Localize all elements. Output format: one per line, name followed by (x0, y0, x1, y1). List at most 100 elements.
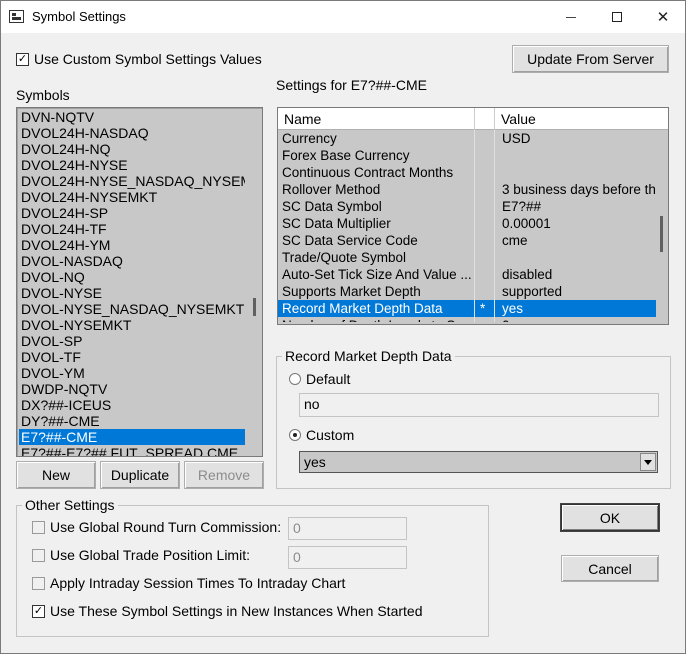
maximize-button[interactable] (594, 1, 640, 33)
list-item[interactable]: DVOL-TF (19, 349, 245, 365)
remove-button[interactable]: Remove (184, 461, 264, 489)
settings-label: Settings for E7?##-CME (276, 77, 427, 93)
list-item[interactable]: DVOL-YM (19, 365, 245, 381)
list-item-selected[interactable]: E7?##-CME (19, 429, 245, 445)
list-item[interactable]: DVOL-NASDAQ (19, 253, 245, 269)
intraday-session-label: Apply Intraday Session Times To Intraday… (50, 575, 346, 591)
table-row[interactable]: Forex Base Currency (278, 147, 656, 164)
row-flag (480, 147, 492, 164)
symbols-list[interactable]: DVN-NQTV DVOL24H-NASDAQ DVOL24H-NQ DVOL2… (16, 107, 263, 457)
default-radio[interactable] (289, 373, 301, 385)
symbols-scrollbar-thumb[interactable] (253, 298, 256, 316)
maximize-icon (612, 12, 622, 22)
row-value: supported (502, 284, 563, 299)
row-flag: * (480, 301, 486, 316)
trade-limit-checkbox[interactable] (32, 549, 45, 562)
row-name: Forex Base Currency (282, 148, 410, 163)
list-item[interactable]: DVOL24H-NQ (19, 141, 245, 157)
custom-value-text: yes (304, 454, 326, 470)
horizontal-scrollbar-track[interactable] (278, 322, 656, 324)
round-turn-checkbox[interactable] (32, 521, 45, 534)
duplicate-button[interactable]: Duplicate (100, 461, 180, 489)
list-item[interactable]: DVOL24H-NYSEMKT (19, 189, 245, 205)
list-item[interactable]: DVOL24H-TF (19, 221, 245, 237)
other-settings-title: Other Settings (22, 497, 118, 513)
table-row[interactable]: SC Data Multiplier 0.00001 (278, 215, 656, 232)
row-value (502, 147, 656, 164)
row-flag (480, 164, 492, 181)
list-item[interactable]: DVOL24H-SP (19, 205, 245, 221)
row-value: 0.00001 (502, 216, 551, 231)
round-turn-field[interactable]: 0 (288, 517, 407, 540)
row-flag (480, 249, 492, 266)
table-row[interactable]: Supports Market Depth supported (278, 283, 656, 300)
row-name: Trade/Quote Symbol (282, 250, 407, 265)
new-instances-checkbox[interactable]: ✓ (32, 605, 45, 618)
custom-label: Custom (306, 427, 355, 443)
intraday-session-checkbox[interactable] (32, 577, 45, 590)
list-item[interactable]: DWDP-NQTV (19, 381, 245, 397)
table-row[interactable]: SC Data Symbol E7?## (278, 198, 656, 215)
use-custom-label: Use Custom Symbol Settings Values (34, 51, 262, 67)
list-item[interactable]: DVOL-NQ (19, 269, 245, 285)
column-divider (494, 130, 495, 324)
row-value (502, 249, 656, 266)
list-item[interactable]: E7?##-E7?## FUT_SPREAD CME (19, 445, 245, 456)
window-icon (9, 10, 24, 23)
list-item[interactable]: DVOL24H-NYSE_NASDAQ_NYSEMK (19, 173, 245, 189)
table-row[interactable]: Rollover Method 3 business days before t… (278, 181, 656, 198)
settings-scrollbar-thumb[interactable] (660, 216, 663, 252)
table-row[interactable]: Trade/Quote Symbol (278, 249, 656, 266)
list-item[interactable]: DVOL24H-YM (19, 237, 245, 253)
window-title: Symbol Settings (32, 9, 126, 24)
list-item[interactable]: DVOL24H-NASDAQ (19, 125, 245, 141)
round-turn-label: Use Global Round Turn Commission: (50, 519, 282, 535)
update-from-server-button[interactable]: Update From Server (512, 45, 669, 73)
custom-value-select[interactable]: yes (299, 451, 658, 473)
table-row[interactable]: SC Data Service Code cme (278, 232, 656, 249)
trade-limit-field[interactable]: 0 (288, 546, 407, 569)
table-row-selected[interactable]: Record Market Depth Data * yes (278, 300, 656, 317)
minimize-button[interactable] (548, 1, 594, 33)
list-item[interactable]: DVOL-SP (19, 333, 245, 349)
symbol-settings-dialog: Symbol Settings ✕ ✓ Use Custom Symbol Se… (0, 0, 686, 654)
column-header-value[interactable]: Value (501, 111, 536, 127)
new-button[interactable]: New (16, 461, 96, 489)
row-name: Supports Market Depth (282, 284, 421, 299)
table-row[interactable]: Currency USD (278, 130, 656, 147)
use-custom-checkbox[interactable]: ✓ (16, 53, 29, 66)
column-header-name[interactable]: Name (284, 111, 321, 127)
row-name: Continuous Contract Months (282, 165, 454, 180)
cancel-button[interactable]: Cancel (561, 555, 659, 582)
settings-grid[interactable]: Name Value Currency USD Forex Base Curre… (277, 107, 669, 325)
list-item[interactable]: DVOL-NYSE_NASDAQ_NYSEMKT (19, 301, 245, 317)
row-value: yes (502, 301, 524, 316)
title-bar: Symbol Settings ✕ (1, 1, 685, 33)
list-item[interactable]: DY?##-CME (19, 413, 245, 429)
list-item[interactable]: DVN-NQTV (19, 109, 245, 125)
column-divider (474, 130, 475, 324)
checkmark-icon: ✓ (17, 53, 28, 65)
row-value: E7?## (502, 199, 542, 214)
row-flag (480, 181, 492, 198)
custom-radio[interactable] (289, 429, 301, 441)
dropdown-button[interactable] (640, 453, 656, 471)
list-item[interactable]: DX?##-ICEUS (19, 397, 245, 413)
table-row[interactable]: Continuous Contract Months (278, 164, 656, 181)
row-value (502, 164, 656, 181)
row-name: Rollover Method (282, 182, 381, 197)
ok-button[interactable]: OK (561, 504, 659, 531)
table-row[interactable]: Auto-Set Tick Size And Value ... disable… (278, 266, 656, 283)
row-name: Record Market Depth Data (282, 301, 443, 316)
row-name: SC Data Multiplier (282, 216, 391, 231)
row-flag (480, 130, 492, 147)
row-flag (480, 215, 492, 232)
row-flag (480, 283, 492, 300)
default-value-field: no (299, 393, 659, 417)
close-button[interactable]: ✕ (640, 1, 686, 33)
list-item[interactable]: DVOL24H-NYSE (19, 157, 245, 173)
list-item[interactable]: DVOL-NYSE (19, 285, 245, 301)
row-flag (480, 232, 492, 249)
row-name: Currency (282, 131, 337, 146)
list-item[interactable]: DVOL-NYSEMKT (19, 317, 245, 333)
